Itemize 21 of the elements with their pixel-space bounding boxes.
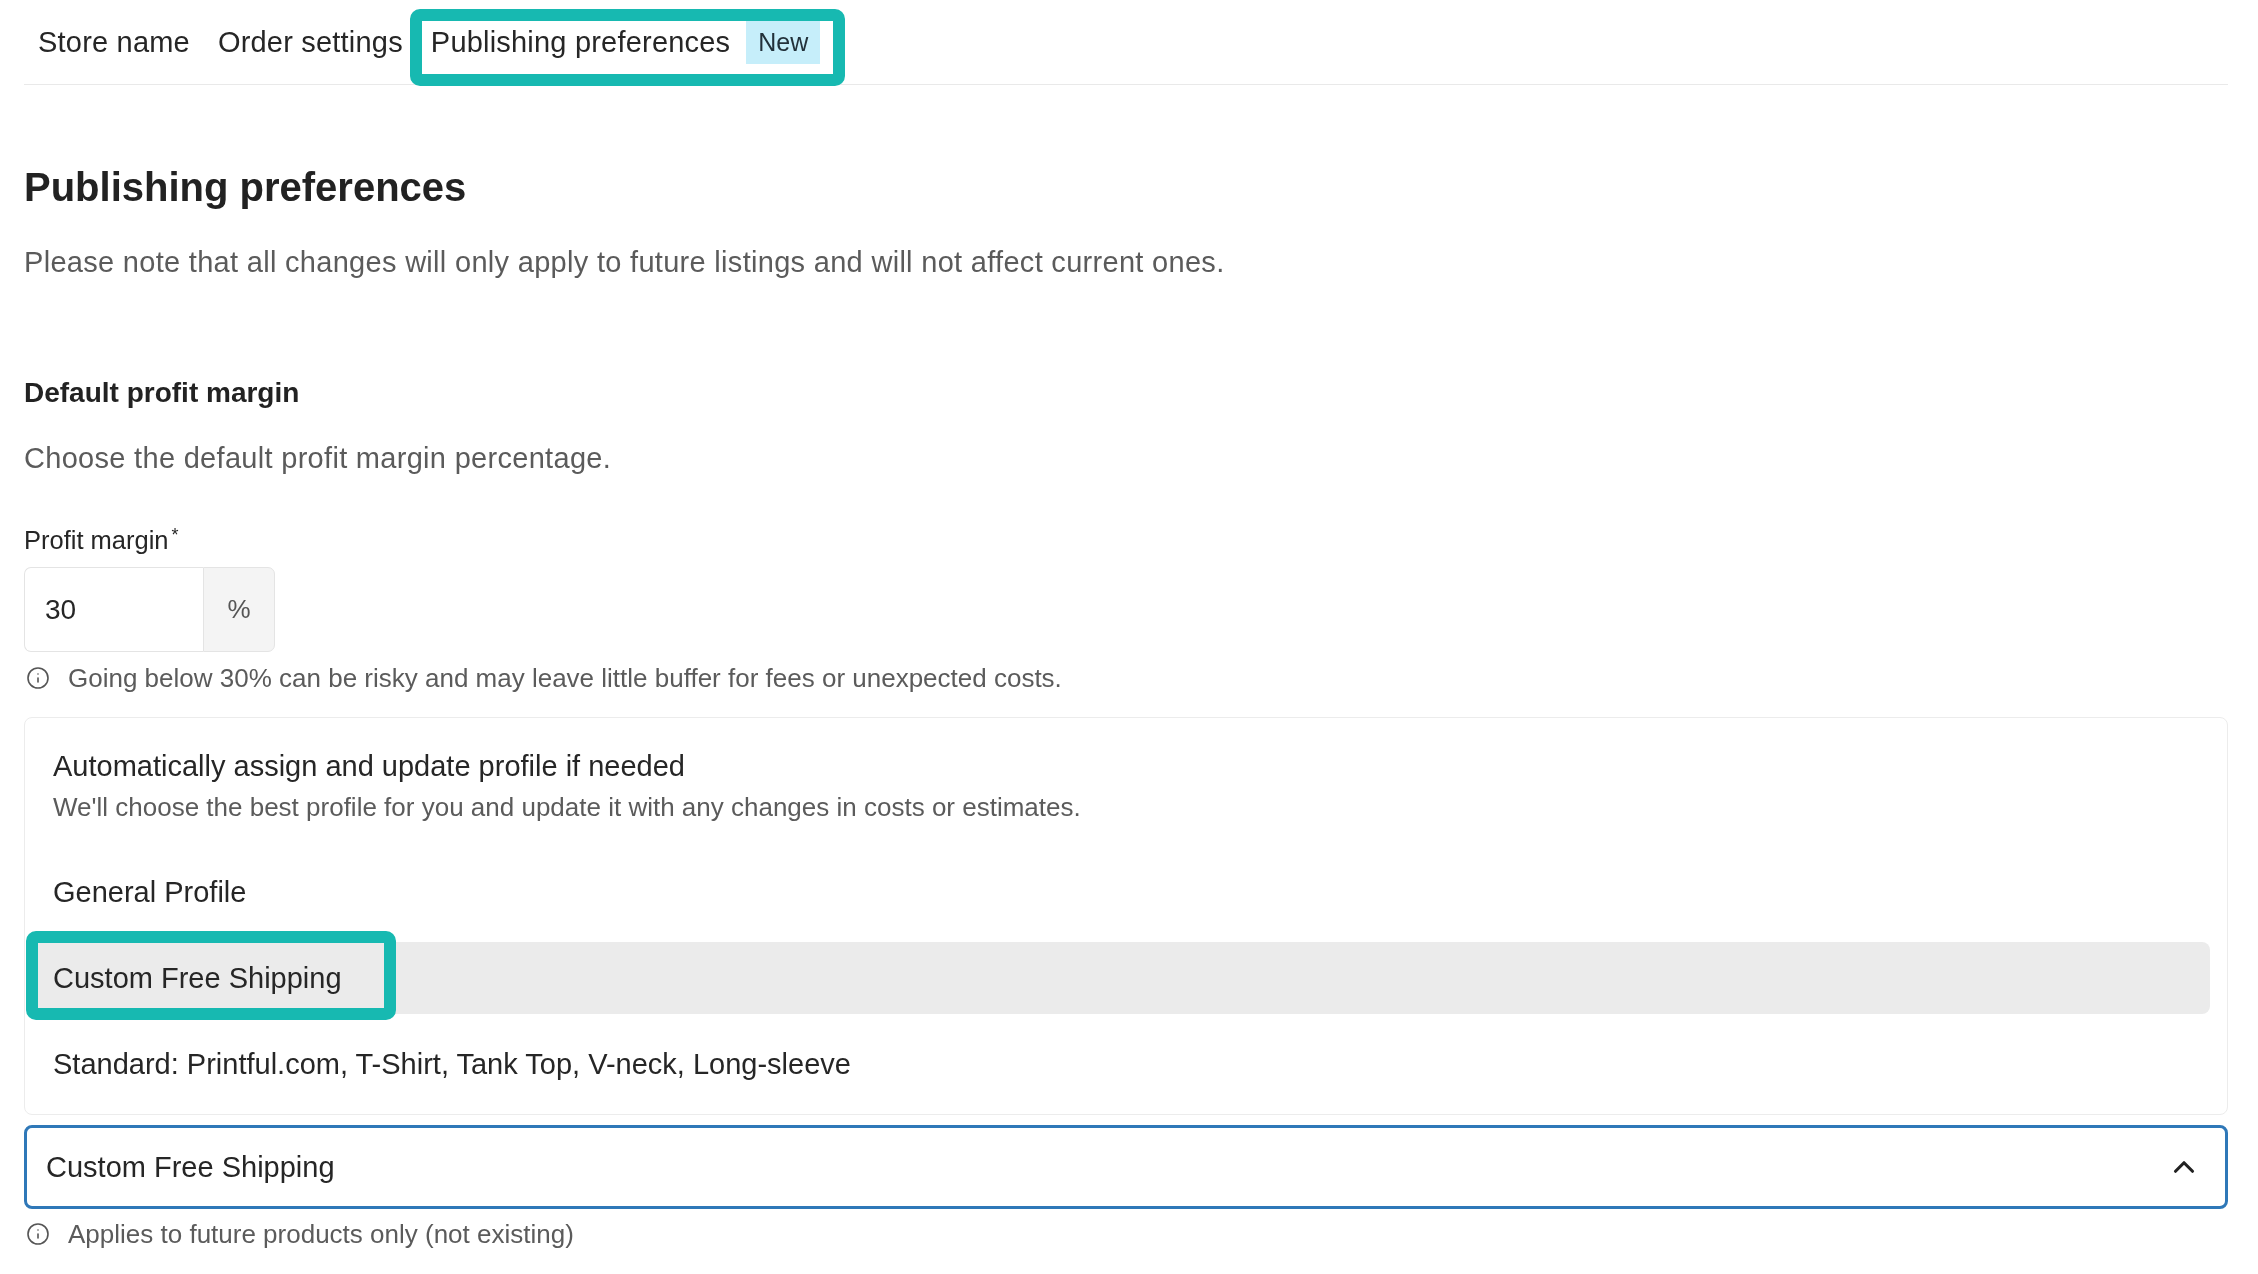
page-note: Please note that all changes will only apply to future listings and will not affect current ones. [24,245,1226,280]
percent-suffix: % [203,567,275,652]
dropdown-option[interactable]: Automatically assign and update profile if needed We'll choose the best profile for you and update it with any changes in costs or estimates. [27,730,2210,842]
tab[interactable]: Publishing preferences New [416,0,835,84]
section-description: Choose the default profit margin percentage. [24,441,613,476]
profile-select[interactable]: Custom Free Shipping [24,1125,2228,1209]
new-badge: New [746,20,821,64]
section-title: Default profit margin [24,376,301,410]
required-mark: * [171,525,179,545]
hint-text: Applies to future products only (not existing) [68,1218,574,1250]
tab[interactable]: Order settings [203,0,417,84]
profit-margin-input[interactable]: 30 [24,567,203,652]
info-icon [26,666,50,690]
option-description: We'll choose the best profile for you and update it with any changes in costs or estimates. [53,791,1082,824]
dropdown-option[interactable]: Standard: Printful.com, T-Shirt, Tank Top, V-neck, Long-sleeve [27,1028,2210,1100]
field-label: Profit margin [24,525,169,555]
info-icon [26,1222,50,1246]
tab[interactable]: Store name [24,0,204,84]
dropdown-option[interactable]: General Profile [27,856,2210,928]
page-title: Publishing preferences [24,165,468,209]
hint-text: Going below 30% can be risky and may leave little buffer for fees or unexpected costs. [68,662,1062,694]
